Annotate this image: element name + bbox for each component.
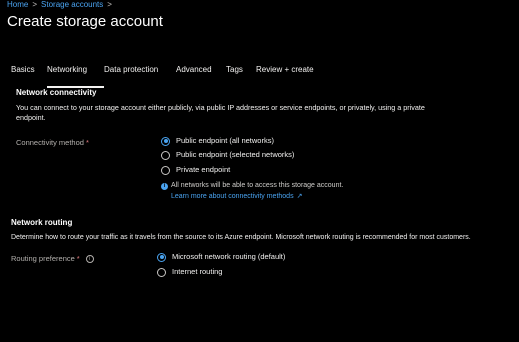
tab-bar: Basics Networking Data protection Advanc… (11, 64, 326, 88)
info-icon: i (161, 182, 168, 190)
connectivity-method-label-text: Connectivity method (16, 138, 84, 147)
radio-public-selected-networks[interactable]: Public endpoint (selected networks) (161, 150, 294, 160)
radio-public-selected-networks-label: Public endpoint (selected networks) (176, 150, 295, 159)
connectivity-info: i All networks will be able to access th… (161, 181, 343, 191)
breadcrumb-separator-icon: > (32, 0, 38, 9)
network-connectivity-heading: Network connectivity (16, 88, 97, 97)
network-routing-heading: Network routing (11, 218, 73, 227)
radio-public-all-networks[interactable]: Public endpoint (all networks) (161, 136, 274, 146)
radio-checked-icon[interactable] (157, 252, 166, 262)
network-connectivity-description: You can connect to your storage account … (16, 103, 425, 122)
tab-review-create[interactable]: Review + create (256, 64, 326, 84)
breadcrumb-home[interactable]: Home (7, 0, 28, 9)
routing-preference-label: Routing preference * i (11, 254, 94, 264)
network-routing-description: Determine how to route your traffic as i… (11, 234, 471, 241)
learn-more-connectivity-text[interactable]: Learn more about connectivity methods (171, 193, 294, 200)
tab-networking[interactable]: Networking (47, 64, 104, 88)
page-title: Create storage account (7, 13, 163, 30)
radio-checked-icon[interactable] (161, 136, 170, 146)
connectivity-info-text: All networks will be able to access this… (171, 182, 344, 189)
breadcrumb-separator-icon: > (107, 0, 112, 9)
radio-private-endpoint[interactable]: Private endpoint (161, 165, 230, 175)
tab-advanced[interactable]: Advanced (176, 64, 226, 84)
help-circle-icon[interactable]: i (85, 255, 94, 264)
tab-data-protection[interactable]: Data protection (104, 64, 176, 84)
breadcrumb: Home > Storage accounts > (7, 0, 116, 10)
radio-unchecked-icon[interactable] (161, 150, 170, 160)
breadcrumb-storage-accounts[interactable]: Storage accounts (41, 0, 103, 9)
radio-internet-routing-label: Internet routing (172, 267, 223, 276)
routing-preference-label-text: Routing preference (11, 254, 75, 263)
radio-public-all-networks-label: Public endpoint (all networks) (176, 136, 274, 145)
radio-private-endpoint-label: Private endpoint (176, 165, 231, 174)
external-link-icon: ↗ (296, 193, 303, 200)
connectivity-method-label: Connectivity method * (16, 138, 89, 148)
radio-unchecked-icon[interactable] (161, 165, 170, 175)
tab-basics[interactable]: Basics (11, 64, 47, 84)
radio-unchecked-icon[interactable] (157, 267, 166, 277)
required-marker: * (85, 138, 89, 147)
radio-internet-routing[interactable]: Internet routing (157, 267, 222, 277)
radio-microsoft-network-routing[interactable]: Microsoft network routing (default) (157, 252, 285, 262)
tab-tags[interactable]: Tags (226, 64, 256, 84)
required-marker: * (76, 254, 80, 263)
learn-more-connectivity-link[interactable]: Learn more about connectivity methods ↗ (171, 192, 302, 202)
radio-microsoft-network-routing-label: Microsoft network routing (default) (172, 252, 286, 261)
